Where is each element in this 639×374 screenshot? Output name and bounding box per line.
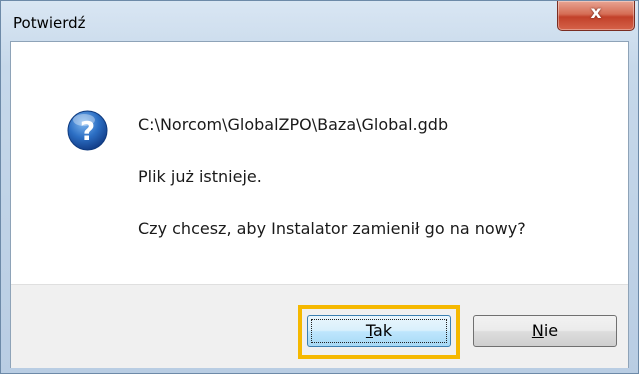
message-area: ? C:\Norcom\GlobalZPO\Baza\Global.gdb Pl… [11,42,628,284]
window-title: Potwierdź [13,14,86,32]
close-button[interactable]: x [557,1,635,31]
file-path-text: C:\Norcom\GlobalZPO\Baza\Global.gdb [138,115,449,134]
no-label: ie [543,321,559,340]
no-button[interactable]: Nie [473,315,617,347]
no-accelerator: N [531,321,544,340]
svg-text:?: ? [80,117,95,147]
replace-question-text: Czy chcesz, aby Instalator zamienił go n… [138,219,526,238]
button-footer: Tak Nie [11,284,628,368]
dialog-window: Potwierdź x ? C:\Norcom\GlobalZPO\Baza\G… [0,0,639,374]
close-icon: x [590,3,602,23]
yes-button[interactable]: Tak [307,315,451,347]
dialog-client-area: ? C:\Norcom\GlobalZPO\Baza\Global.gdb Pl… [10,41,629,368]
question-icon: ? [67,110,108,151]
file-exists-text: Plik już istnieje. [138,167,262,186]
title-bar[interactable]: Potwierdź x [1,1,638,41]
focus-ring [311,319,447,343]
